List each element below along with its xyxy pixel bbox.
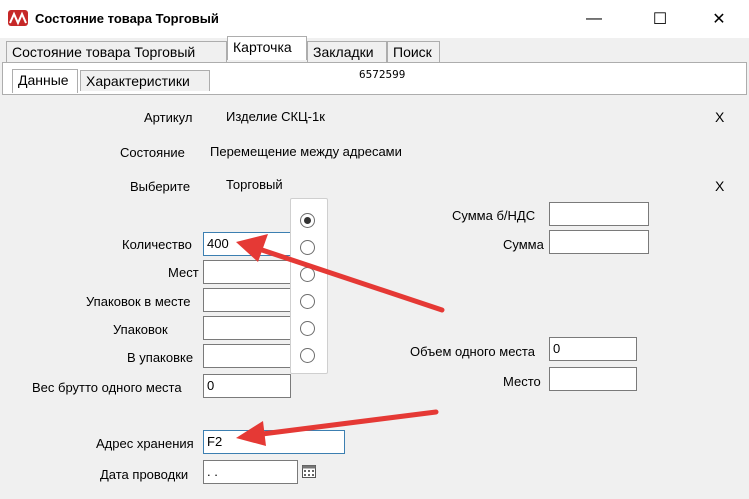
- posting-date-input[interactable]: . .: [203, 460, 298, 484]
- choose-clear-button[interactable]: X: [715, 178, 724, 194]
- sum-input[interactable]: [549, 230, 649, 254]
- radio-option-6[interactable]: [300, 348, 315, 363]
- place-label: Место: [503, 374, 541, 389]
- place-volume-input[interactable]: 0: [549, 337, 637, 361]
- in-pack-label: В упаковке: [127, 350, 194, 365]
- quantity-label: Количество: [122, 237, 192, 252]
- quantity-input[interactable]: 400: [203, 232, 291, 256]
- posting-date-label: Дата проводки: [100, 467, 189, 482]
- choose-label: Выберите: [130, 179, 191, 194]
- tab-search[interactable]: Поиск: [387, 41, 440, 62]
- sum-no-vat-input[interactable]: [549, 202, 649, 226]
- article-label: Артикул: [144, 110, 193, 125]
- close-button[interactable]: ✕: [696, 0, 742, 38]
- maximize-button[interactable]: ☐: [637, 0, 683, 38]
- title-bar: Состояние товара Торговый — ☐ ✕: [0, 0, 749, 38]
- card-code: 6572599: [355, 66, 429, 94]
- subtab-data[interactable]: Данные: [12, 69, 78, 93]
- storage-address-label: Адрес хранения: [96, 436, 194, 451]
- state-label: Состояние: [120, 145, 185, 160]
- radio-option-5[interactable]: [300, 321, 315, 336]
- packs-input[interactable]: [203, 316, 291, 340]
- radio-option-4[interactable]: [300, 294, 315, 309]
- main-tabs: Состояние товара Торговый Карточка Закла…: [0, 36, 749, 62]
- place-input[interactable]: [549, 367, 637, 391]
- tab-card[interactable]: Карточка: [227, 36, 307, 60]
- tab-state[interactable]: Состояние товара Торговый: [6, 41, 227, 62]
- in-pack-input[interactable]: [203, 344, 291, 368]
- gross-weight-input[interactable]: 0: [203, 374, 291, 398]
- gross-weight-label: Вес брутто одного места: [32, 380, 182, 395]
- radio-option-3[interactable]: [300, 267, 315, 282]
- choose-value: Торговый: [226, 177, 283, 192]
- storage-address-input[interactable]: F2: [203, 430, 345, 454]
- places-input[interactable]: [203, 260, 291, 284]
- places-label: Мест: [168, 265, 199, 280]
- packs-per-place-input[interactable]: [203, 288, 291, 312]
- radio-group: [290, 198, 328, 374]
- sum-no-vat-label: Сумма б/НДС: [452, 208, 536, 223]
- app-logo-icon: [8, 10, 28, 26]
- subtab-characteristics[interactable]: Характеристики: [80, 70, 210, 91]
- article-clear-button[interactable]: X: [715, 109, 724, 125]
- radio-option-1[interactable]: [300, 213, 315, 228]
- radio-option-2[interactable]: [300, 240, 315, 255]
- article-value: Изделие СКЦ-1к: [226, 109, 325, 124]
- packs-per-place-label: Упаковок в месте: [86, 294, 191, 309]
- minimize-button[interactable]: —: [571, 0, 617, 38]
- packs-label: Упаковок: [113, 322, 168, 337]
- calendar-icon[interactable]: [302, 464, 316, 478]
- radio-selected-dot: [304, 217, 311, 224]
- place-volume-label: Объем одного места: [410, 344, 535, 359]
- tab-bookmarks[interactable]: Закладки: [307, 41, 387, 62]
- state-value: Перемещение между адресами: [210, 144, 402, 159]
- window-title: Состояние товара Торговый: [35, 11, 219, 26]
- sum-label: Сумма: [503, 237, 544, 252]
